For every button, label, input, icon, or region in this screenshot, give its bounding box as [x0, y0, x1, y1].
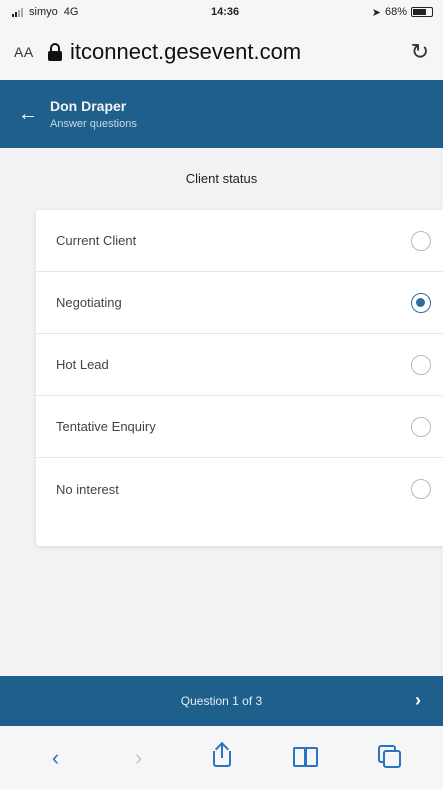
question-progress: Question 1 of 3: [180, 694, 263, 708]
lock-icon: [48, 43, 62, 61]
url-text[interactable]: itconnect.gesevent.com: [70, 39, 405, 65]
address-bar[interactable]: AA itconnect.gesevent.com ↻: [0, 24, 443, 80]
option-current-client[interactable]: Current Client: [36, 210, 443, 272]
option-label: No interest: [56, 481, 119, 497]
network-label: 4G: [63, 6, 79, 18]
bookmarks-icon[interactable]: [285, 745, 325, 771]
text-size-button[interactable]: AA: [14, 44, 48, 60]
radio-button[interactable]: [411, 479, 431, 499]
header-texts: Don Draper Answer questions: [50, 98, 137, 130]
app-header: ← Don Draper Answer questions: [0, 80, 443, 148]
carrier-label: simyo: [29, 6, 58, 18]
question-nav-bar: Question 1 of 3 ›: [0, 676, 443, 726]
status-left: simyo 4G: [12, 6, 78, 18]
header-subtitle: Answer questions: [50, 118, 137, 130]
browser-toolbar: ‹ ›: [0, 726, 443, 789]
radio-button[interactable]: [411, 354, 431, 375]
status-bar: simyo 4G 14:36 ➤ 68%: [0, 0, 443, 24]
option-no-interest[interactable]: No interest: [36, 458, 443, 520]
status-right: ➤ 68%: [372, 6, 433, 19]
option-label: Tentative Enquiry: [56, 419, 156, 434]
clock: 14:36: [211, 6, 240, 18]
contact-name: Don Draper: [50, 98, 127, 114]
back-icon[interactable]: ‹: [36, 745, 76, 771]
share-icon[interactable]: [202, 741, 242, 773]
location-icon: ➤: [371, 6, 381, 19]
option-tentative-enquiry[interactable]: Tentative Enquiry: [36, 396, 443, 458]
radio-button[interactable]: [411, 416, 431, 437]
tabs-icon[interactable]: [368, 744, 408, 771]
battery-icon: [411, 7, 433, 17]
option-negotiating[interactable]: Negotiating: [36, 272, 443, 334]
battery-percent: 68%: [384, 6, 407, 18]
radio-button[interactable]: [411, 230, 431, 251]
signal-icon: [12, 7, 23, 17]
radio-button-selected[interactable]: [411, 292, 431, 313]
arrow-left-icon[interactable]: ←: [18, 103, 50, 126]
chevron-right-icon[interactable]: ›: [415, 690, 421, 711]
forward-icon[interactable]: ›: [119, 745, 159, 771]
reload-icon[interactable]: ↻: [405, 39, 429, 65]
option-label: Hot Lead: [56, 357, 109, 372]
option-hot-lead[interactable]: Hot Lead: [36, 334, 443, 396]
options-list: Current Client Negotiating Hot Lead Tent…: [36, 210, 443, 546]
option-label: Negotiating: [56, 295, 122, 310]
question-title: Client status: [0, 148, 443, 208]
option-label: Current Client: [56, 233, 137, 248]
